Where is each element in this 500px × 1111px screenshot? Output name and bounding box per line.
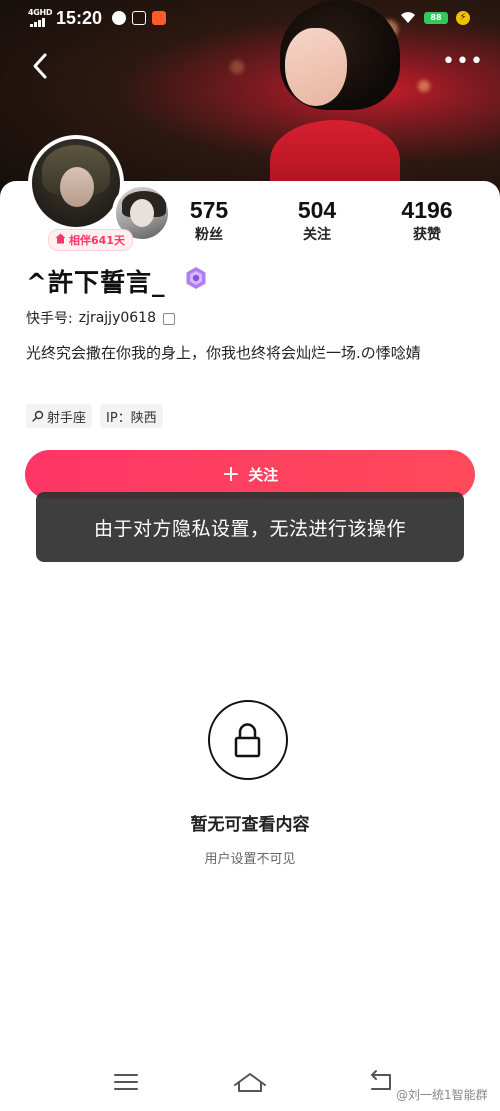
companion-badge[interactable]: 相伴641天 (48, 229, 133, 251)
stat-label: 粉丝 (195, 227, 223, 243)
plus-icon: + (221, 461, 241, 487)
menu-button[interactable] (106, 1065, 146, 1099)
kwai-id-value: zjrajjy0618 (78, 310, 156, 326)
profile-bio: 光终究会撒在你我的身上，你我也终将会灿烂一场.の悸唸婧 (26, 344, 421, 362)
lock-icon (208, 700, 288, 780)
back-nav-button[interactable] (360, 1065, 400, 1099)
chevron-left-icon (33, 53, 47, 79)
return-icon (371, 1070, 391, 1090)
stat-likes[interactable]: 4196 获赞 (382, 196, 472, 246)
search-icon (32, 410, 44, 422)
menu-icon (114, 1074, 138, 1090)
kwai-id-label: 快手号: (26, 311, 73, 327)
tag-ip-location: IP：陕西 (100, 404, 163, 428)
tag-label: 射手座 (47, 410, 87, 426)
home-icon (234, 1073, 266, 1092)
level-badge-icon[interactable] (184, 266, 208, 290)
back-button[interactable] (24, 48, 56, 84)
video-icon (132, 11, 146, 25)
stat-fans[interactable]: 575 粉丝 (164, 196, 254, 246)
kwai-id-row: 快手号: zjrajjy0618 (26, 308, 175, 328)
stat-value: 4196 (401, 197, 453, 223)
empty-state-title: 暂无可查看内容 (190, 815, 310, 835)
stat-label: 获赞 (413, 227, 441, 243)
charging-icon: ⚡ (456, 11, 470, 25)
stat-label: 关注 (303, 227, 331, 243)
profile-tags: 射手座 IP：陕西 (26, 404, 163, 428)
profile-nickname: ^許下誓言_ (26, 268, 166, 297)
home-button[interactable] (230, 1065, 270, 1099)
empty-state-subtitle: 用户设置不可见 (204, 852, 296, 867)
more-button[interactable]: ••• (442, 51, 483, 80)
network-type: 4GHD (28, 8, 53, 17)
house-icon (55, 233, 66, 247)
companion-days: 相伴641天 (69, 234, 125, 247)
battery-icon: 88 (424, 12, 448, 24)
status-time: 15:20 (56, 8, 103, 28)
tag-constellation: 射手座 (26, 404, 93, 428)
stat-value: 575 (189, 197, 229, 223)
tag-label: IP：陕西 (106, 410, 157, 426)
privacy-toast: 由于对方隐私设置，无法进行该操作 (36, 492, 464, 562)
stat-following[interactable]: 504 关注 (272, 196, 362, 246)
wifi-icon (400, 11, 416, 28)
copy-icon[interactable] (163, 313, 175, 325)
follow-label: 关注 (248, 466, 279, 484)
wechat-icon (112, 11, 126, 25)
more-dots-icon: ••• (442, 49, 484, 74)
app-icon (152, 11, 166, 25)
status-bar: 4GHD 15:20 88 ⚡ (0, 0, 500, 40)
stat-value: 504 (297, 197, 337, 223)
avatar[interactable] (28, 135, 124, 231)
signal-icon (30, 18, 45, 27)
watermark: @刘一统1智能群 (396, 1088, 488, 1102)
